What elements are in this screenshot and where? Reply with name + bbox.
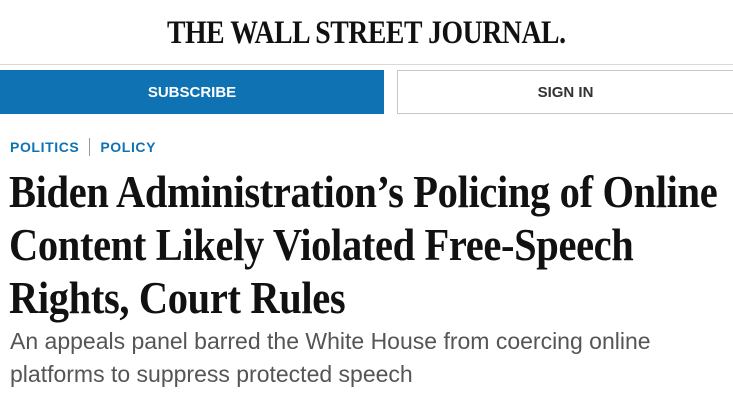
wsj-logo[interactable]: THE WALL STREET JOURNAL. <box>167 15 566 52</box>
breadcrumb-item-politics[interactable]: POLITICS <box>10 139 79 155</box>
article-headline: Biden Administration’s Policing of Onlin… <box>9 167 718 323</box>
breadcrumb-divider <box>89 138 91 156</box>
subscribe-button[interactable]: SUBSCRIBE <box>0 70 384 114</box>
sign-in-button[interactable]: SIGN IN <box>397 70 733 114</box>
masthead: THE WALL STREET JOURNAL. <box>0 0 733 65</box>
breadcrumb: POLITICS POLICY <box>10 137 156 157</box>
breadcrumb-item-policy[interactable]: POLICY <box>100 139 156 155</box>
article-dek: An appeals panel barred the White House … <box>10 328 651 387</box>
